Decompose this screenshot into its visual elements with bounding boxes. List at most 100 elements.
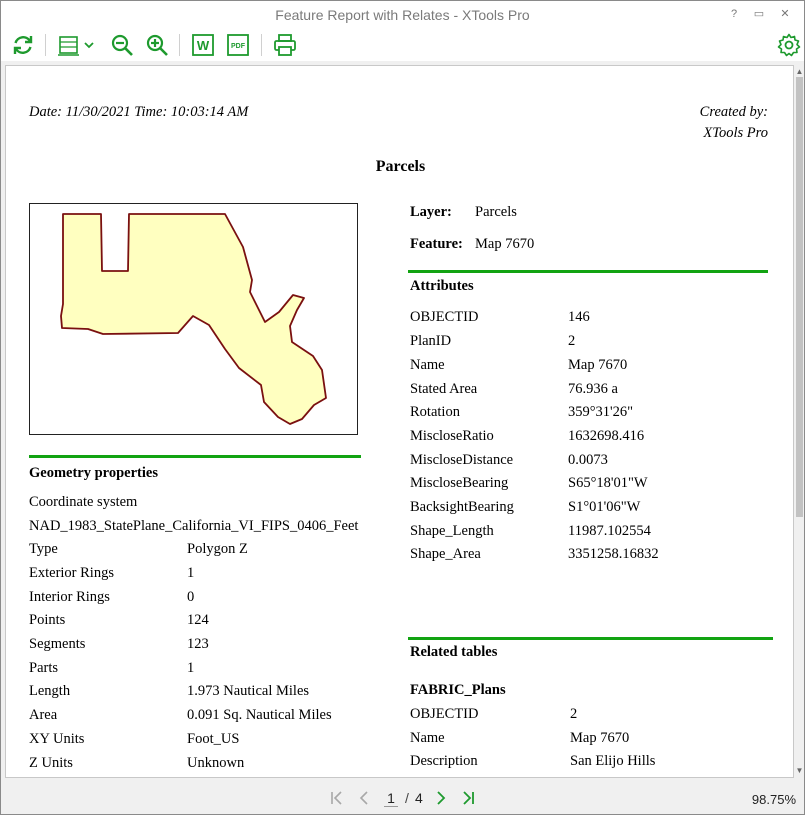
current-page-input[interactable]: 1	[384, 790, 398, 807]
attribute-value: S65°18'01"W	[568, 475, 648, 491]
attribute-value: 76.936 a	[568, 381, 618, 397]
geometry-value: 0	[187, 589, 195, 605]
report-date: Date: 11/30/2021 Time: 10:03:14 AM	[29, 104, 249, 120]
toolbar: W PDF	[1, 29, 804, 61]
attribute-value: 2	[568, 333, 576, 349]
coordinate-system-value: NAD_1983_StatePlane_California_VI_FIPS_0…	[29, 518, 359, 534]
feature-map	[29, 203, 358, 435]
attribute-name: Shape_Area	[410, 546, 481, 562]
toolbar-separator	[45, 34, 46, 56]
zoom-out-icon	[111, 34, 133, 56]
scroll-thumb[interactable]	[796, 77, 803, 517]
attribute-value: S1°01'06"W	[568, 499, 641, 515]
word-label: W	[197, 38, 210, 53]
attribute-name: MiscloseDistance	[410, 452, 514, 468]
previous-page-icon	[359, 791, 368, 805]
fit-page-icon	[58, 36, 79, 56]
related-name: Name	[410, 730, 445, 746]
attribute-value: 11987.102554	[568, 523, 651, 539]
geometry-value: 0.091 Sq. Nautical Miles	[187, 707, 332, 723]
restore-button[interactable]: ▭	[749, 5, 769, 23]
related-table-name: FABRIC_Plans	[410, 682, 506, 698]
attribute-value: 0.0073	[568, 452, 608, 468]
export-pdf-icon: PDF	[227, 34, 249, 56]
refresh-icon	[13, 36, 33, 54]
created-by-label: Created by:	[699, 104, 768, 120]
next-page-button[interactable]	[431, 787, 451, 809]
geometry-value: 123	[187, 636, 209, 652]
zoom-in-icon	[146, 34, 168, 56]
toolbar-separator	[179, 34, 180, 56]
attribute-name: MiscloseRatio	[410, 428, 494, 444]
geometry-name: Length	[29, 683, 71, 699]
geometry-name: Interior Rings	[29, 589, 110, 605]
attribute-name: OBJECTID	[410, 309, 479, 325]
related-name: OBJECTID	[410, 706, 479, 722]
geometry-value: Foot_US	[187, 731, 240, 747]
print-icon	[274, 34, 296, 56]
related-value: Map 7670	[570, 730, 630, 746]
geometry-value: 1	[187, 565, 195, 581]
vertical-scrollbar[interactable]: ▲ ▼	[794, 65, 804, 778]
report-page: Date: 11/30/2021 Time: 10:03:14 AM Creat…	[6, 66, 793, 777]
related-name: Description	[410, 753, 478, 769]
refresh-button[interactable]	[9, 31, 37, 59]
previous-page-button[interactable]	[354, 787, 374, 809]
export-word-button[interactable]: W	[189, 31, 217, 59]
attributes-heading: Attributes	[410, 278, 474, 294]
page-separator: /	[405, 790, 409, 806]
geometry-name: Area	[29, 707, 58, 723]
next-page-icon	[437, 791, 446, 805]
created-by-app: XTools Pro	[703, 125, 768, 141]
attribute-name: Shape_Length	[410, 523, 494, 539]
window-title: Feature Report with Relates - XTools Pro	[275, 7, 530, 23]
related-heading: Related tables	[410, 644, 498, 660]
first-page-icon	[331, 791, 342, 805]
attribute-name: Stated Area	[410, 381, 478, 397]
related-divider	[408, 637, 773, 640]
last-page-button[interactable]	[458, 787, 478, 809]
geometry-name: Segments	[29, 636, 86, 652]
attribute-name: BacksightBearing	[410, 499, 514, 515]
zoom-level: 98.75%	[751, 792, 796, 807]
settings-icon	[777, 33, 801, 57]
chevron-down-icon	[84, 42, 94, 49]
related-value: 2	[570, 706, 578, 722]
related-value: San Elijo Hills	[570, 753, 656, 769]
first-page-button[interactable]	[327, 787, 347, 809]
report-viewport[interactable]: Date: 11/30/2021 Time: 10:03:14 AM Creat…	[5, 65, 794, 778]
scroll-up-arrow-icon[interactable]: ▲	[794, 67, 804, 77]
geometry-value: 1	[187, 660, 195, 676]
geometry-value: Unknown	[187, 755, 245, 771]
attribute-value: 3351258.16832	[568, 546, 659, 562]
scroll-down-arrow-icon[interactable]: ▼	[794, 766, 804, 776]
geometry-heading: Geometry properties	[29, 465, 158, 481]
help-button[interactable]: ?	[724, 5, 744, 23]
parcel-polygon	[60, 213, 327, 425]
geometry-name: XY Units	[29, 731, 85, 747]
export-pdf-button[interactable]: PDF	[224, 31, 252, 59]
attribute-value: 146	[568, 309, 590, 325]
zoom-in-button[interactable]	[143, 31, 171, 59]
geometry-name: Points	[29, 612, 66, 628]
settings-button[interactable]	[775, 31, 803, 59]
report-title: Parcels	[375, 158, 426, 175]
attribute-value: Map 7670	[568, 357, 628, 373]
feature-value: Map 7670	[475, 236, 535, 252]
attribute-name: MiscloseBearing	[410, 475, 509, 491]
close-button[interactable]: ✕	[775, 5, 795, 23]
print-button[interactable]	[271, 31, 299, 59]
status-bar: 1 / 4 98.75%	[1, 781, 804, 814]
parcel-polygon-map	[60, 213, 327, 425]
zoom-out-button[interactable]	[108, 31, 136, 59]
attribute-value: 359°31'26"	[568, 404, 634, 420]
attribute-value: 1632698.416	[568, 428, 645, 444]
title-bar: Feature Report with Relates - XTools Pro…	[1, 1, 804, 29]
pdf-label: PDF	[231, 43, 246, 50]
geometry-divider	[29, 455, 361, 458]
fit-page-dropdown[interactable]	[55, 31, 97, 59]
geometry-name: Z Units	[29, 755, 73, 771]
attribute-name: Name	[410, 357, 445, 373]
geometry-name: Parts	[29, 660, 58, 676]
last-page-icon	[463, 791, 474, 805]
